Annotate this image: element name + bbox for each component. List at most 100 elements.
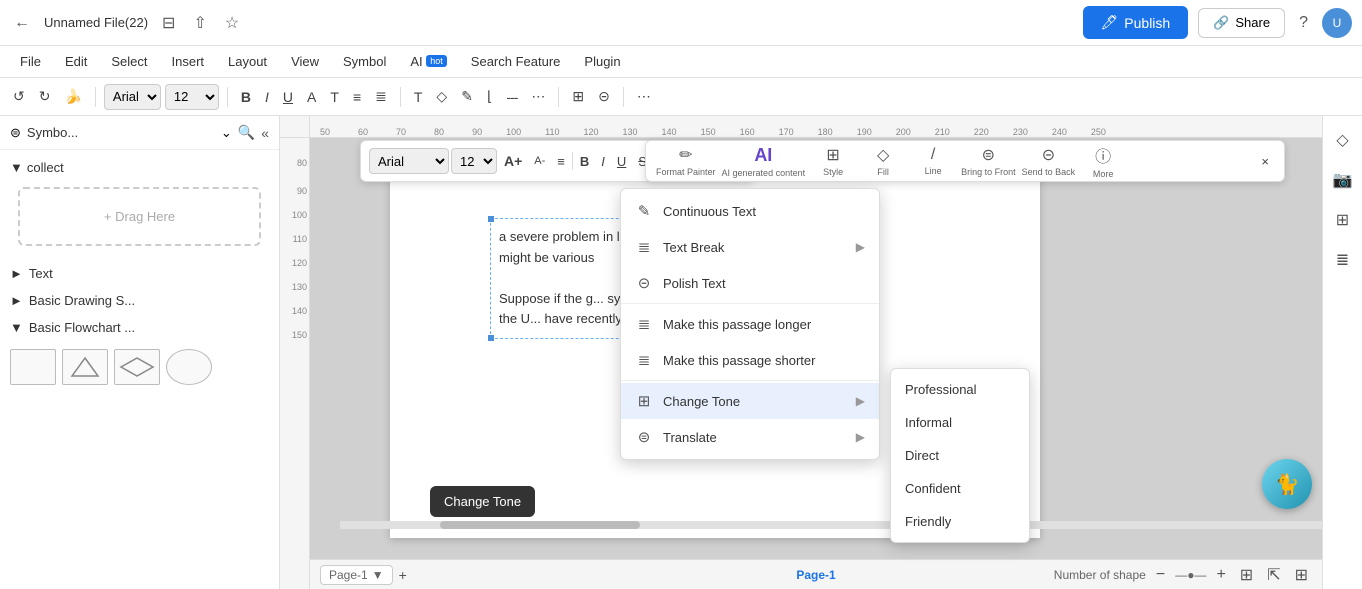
bold-button[interactable]: B xyxy=(236,86,256,108)
fit-button[interactable]: ⊞ xyxy=(1236,561,1257,589)
text-tool-button[interactable]: T xyxy=(409,86,428,108)
ai-content-item[interactable]: AI AI generated content xyxy=(722,145,806,178)
fill-item[interactable]: ◇ Fill xyxy=(861,145,905,177)
selection-handle-bl[interactable] xyxy=(487,334,495,342)
dot-line-button[interactable]: ⋯ xyxy=(526,85,550,108)
menu-insert[interactable]: Insert xyxy=(162,50,215,73)
sidebar-item-basic-flowchart[interactable]: ▼ Basic Flowchart ... xyxy=(0,314,279,341)
tone-friendly[interactable]: Friendly xyxy=(891,505,1029,538)
panel-toggle-button[interactable]: ⊟ xyxy=(158,9,179,37)
menu-symbol[interactable]: Symbol xyxy=(333,50,396,73)
menu-file[interactable]: File xyxy=(10,50,51,73)
cm-continuous-text[interactable]: ✎ Continuous Text xyxy=(621,193,879,229)
share-button[interactable]: 🔗 Share xyxy=(1198,8,1285,38)
cm-shorter[interactable]: ≣ Make this passage shorter xyxy=(621,342,879,378)
sub-shape-4[interactable] xyxy=(166,349,212,385)
fullscreen-button[interactable]: ⇱ xyxy=(1263,561,1284,589)
font-family-select[interactable]: Arial xyxy=(104,84,161,110)
italic-button[interactable]: I xyxy=(260,86,274,108)
cm-polish-text[interactable]: ⊝ Polish Text xyxy=(621,265,879,301)
horizontal-scrollbar[interactable] xyxy=(340,521,1322,529)
baseline-button[interactable]: T xyxy=(325,86,344,108)
horizontal-scroll-thumb[interactable] xyxy=(440,521,640,529)
undo-button[interactable]: ↺ xyxy=(8,85,30,108)
right-panel-attach-button[interactable]: 📷 xyxy=(1327,164,1359,196)
font-color-button[interactable]: A xyxy=(302,86,321,108)
align-button[interactable]: ≡ xyxy=(348,86,366,108)
bring-front-item[interactable]: ⊜ Bring to Front xyxy=(961,145,1016,177)
shape-tool-button[interactable]: ◇ xyxy=(431,85,452,108)
sidebar-collapse-button[interactable]: « xyxy=(261,125,269,141)
avatar[interactable]: U xyxy=(1322,8,1352,38)
sidebar-item-basic-drawing[interactable]: ► Basic Drawing S... xyxy=(0,287,279,314)
sidebar-item-text[interactable]: ► Text xyxy=(0,260,279,287)
menu-layout[interactable]: Layout xyxy=(218,50,277,73)
line-tool-button[interactable]: ⌊ xyxy=(482,85,497,108)
add-page-button[interactable]: + xyxy=(399,567,407,583)
tone-confident[interactable]: Confident xyxy=(891,472,1029,505)
right-panel-grid-button[interactable]: ⊞ xyxy=(1327,204,1359,236)
float-size-select[interactable]: 12 xyxy=(451,148,497,174)
publish-button[interactable]: 🖊 Publish xyxy=(1083,6,1189,39)
sub-shape-1[interactable] xyxy=(10,349,56,385)
float-align-button[interactable]: ≡ xyxy=(552,151,570,172)
close-float-toolbar-button[interactable]: × xyxy=(1256,151,1274,172)
star-button[interactable]: ☆ xyxy=(221,9,243,37)
line-item[interactable]: / Line xyxy=(911,146,955,176)
style-item[interactable]: ⊞ Style xyxy=(811,145,855,177)
selection-handle-tl[interactable] xyxy=(487,215,495,223)
float-italic-button[interactable]: I xyxy=(596,151,610,172)
float-decrease-font-button[interactable]: A- xyxy=(529,152,550,170)
cm-text-break[interactable]: ≣ Text Break ▶ xyxy=(621,229,879,265)
right-panel-list-button[interactable]: ≣ xyxy=(1327,244,1359,276)
table-button[interactable]: ⊞ xyxy=(567,85,589,108)
collect-header[interactable]: ▼ collect xyxy=(10,156,269,179)
redo-button[interactable]: ↻ xyxy=(34,85,56,108)
sub-shape-3[interactable] xyxy=(114,349,160,385)
dash-line-button[interactable]: --- xyxy=(501,86,522,108)
drag-here-area[interactable]: + Drag Here xyxy=(18,187,261,246)
align-more-button[interactable]: ≣ xyxy=(370,85,392,108)
zoom-slider[interactable]: —●— xyxy=(1175,568,1206,582)
menu-select[interactable]: Select xyxy=(101,50,157,73)
sub-shape-2[interactable] xyxy=(62,349,108,385)
help-button[interactable]: ? xyxy=(1295,10,1312,36)
grid-button[interactable]: ⊞ xyxy=(1291,561,1312,589)
canvas-content[interactable]: a severe problem in launching successful… xyxy=(310,138,1322,559)
pen-tool-button[interactable]: ✎ xyxy=(456,85,478,108)
tone-professional[interactable]: Professional xyxy=(891,373,1029,406)
float-underline-button[interactable]: U xyxy=(612,151,631,172)
back-button[interactable]: ← xyxy=(10,10,34,36)
tone-direct[interactable]: Direct xyxy=(891,439,1029,472)
more-item[interactable]: ⓘ More xyxy=(1081,143,1125,179)
cm-translate[interactable]: ⊜ Translate ▶ xyxy=(621,419,879,455)
menu-view[interactable]: View xyxy=(281,50,329,73)
sidebar-search-button[interactable]: 🔍 xyxy=(238,124,255,141)
cm-change-tone[interactable]: ⊞ Change Tone ▶ xyxy=(621,383,879,419)
underline-button[interactable]: U xyxy=(278,86,298,108)
paint-button[interactable]: 🍌 xyxy=(59,85,86,108)
menu-edit[interactable]: Edit xyxy=(55,50,97,73)
zoom-out-button[interactable]: − xyxy=(1152,562,1169,588)
tone-informal[interactable]: Informal xyxy=(891,406,1029,439)
export-button[interactable]: ⇧ xyxy=(189,9,210,37)
right-panel-style-button[interactable]: ◇ xyxy=(1327,124,1359,156)
menu-search-feature[interactable]: Search Feature xyxy=(461,50,571,73)
frame-button[interactable]: ⊝ xyxy=(593,85,615,108)
status-right: Number of shape − —●— + ⊞ ⇱ ⊞ xyxy=(1054,561,1312,589)
format-painter-item[interactable]: ✏ Format Painter xyxy=(656,145,716,177)
canvas-area[interactable]: 50 60 70 80 90 100 110 120 130 140 150 1… xyxy=(280,116,1322,589)
float-increase-font-button[interactable]: A+ xyxy=(499,150,527,172)
zoom-in-button[interactable]: + xyxy=(1212,562,1229,588)
font-size-select[interactable]: 12 xyxy=(165,84,219,110)
cm-longer[interactable]: ≣ Make this passage longer xyxy=(621,306,879,342)
float-bold-button[interactable]: B xyxy=(575,151,594,172)
send-back-item[interactable]: ⊝ Send to Back xyxy=(1022,145,1076,177)
page-tab-1[interactable]: Page-1 ▼ xyxy=(320,565,393,585)
ai-assistant-circle[interactable]: 🐈 xyxy=(1262,459,1312,509)
more-tools-button[interactable]: ⋯ xyxy=(632,85,656,108)
menu-ai[interactable]: AI hot xyxy=(400,50,456,73)
change-tone-tooltip[interactable]: Change Tone xyxy=(430,486,535,517)
float-font-select[interactable]: Arial xyxy=(369,148,449,174)
menu-plugin[interactable]: Plugin xyxy=(574,50,630,73)
